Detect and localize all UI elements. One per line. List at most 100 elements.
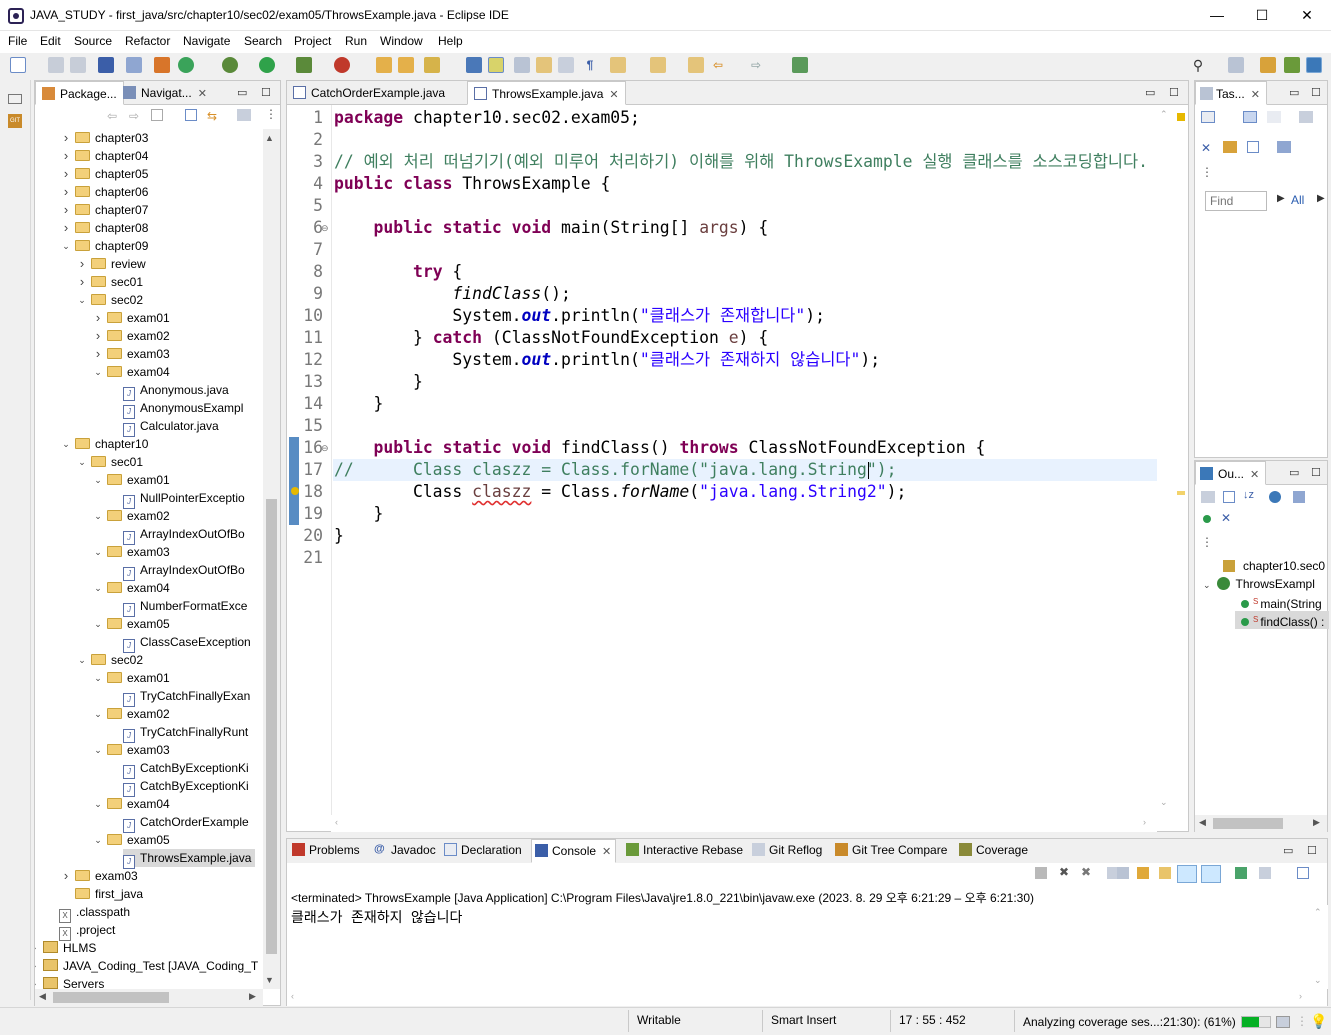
- tree-item-project[interactable]: › HLMS: [35, 939, 96, 957]
- tree-item-java[interactable]: J Anonymous.java: [123, 381, 229, 401]
- chevron-right-icon[interactable]: ›: [61, 867, 71, 885]
- code-line[interactable]: }: [334, 393, 383, 415]
- code-line[interactable]: public static void findClass() throws Cl…: [334, 437, 985, 459]
- menu-navigate[interactable]: Navigate: [183, 34, 230, 48]
- editor-vertical-scrollbar[interactable]: ⌃ ⌄: [1157, 105, 1174, 815]
- task-find-input[interactable]: [1205, 191, 1267, 211]
- collapse-all-icon[interactable]: [1223, 491, 1235, 503]
- tree-item-folder[interactable]: ⌄ sec01: [78, 453, 143, 471]
- tree-item-java[interactable]: J NumberFormatExce: [123, 597, 247, 617]
- hide-fields-icon[interactable]: [1269, 491, 1281, 503]
- scroll-left-icon[interactable]: ◀: [1199, 817, 1206, 828]
- chevron-down-icon[interactable]: ⌄: [93, 543, 103, 561]
- all-arrow-icon[interactable]: ▶: [1317, 193, 1325, 204]
- chevron-right-icon[interactable]: ›: [77, 273, 87, 291]
- chevron-down-icon[interactable]: ⌄: [93, 579, 103, 597]
- remove-launch-icon[interactable]: ✖: [1059, 865, 1069, 879]
- chevron-down-icon[interactable]: ⌄: [77, 651, 87, 669]
- java-perspective-icon[interactable]: [1306, 57, 1322, 73]
- code-area[interactable]: 1 2 3 4 5 6 7 8 9 10 11 12 13 14 15 16 17 18 19 20 21 package…: [287, 107, 1157, 807]
- tree-item-folder[interactable]: › exam02: [96, 327, 170, 345]
- explorer-vertical-scrollbar[interactable]: ▲ ▼: [263, 129, 280, 989]
- tab-declaration[interactable]: Declaration: [441, 839, 526, 861]
- forward-icon[interactable]: ⇨: [748, 57, 764, 73]
- back-icon[interactable]: ⇦: [710, 57, 726, 73]
- display-console-icon[interactable]: [1259, 867, 1271, 879]
- chevron-right-icon[interactable]: ›: [35, 957, 39, 975]
- view-menu-icon[interactable]: ⋮: [1201, 535, 1213, 549]
- menu-search[interactable]: Search: [244, 34, 282, 48]
- chevron-right-icon[interactable]: ›: [35, 975, 39, 989]
- status-insert-mode[interactable]: Smart Insert: [771, 1013, 836, 1027]
- tree-item-folder[interactable]: › chapter06: [64, 183, 149, 201]
- editor-scroll-right-icon[interactable]: ›: [1143, 817, 1146, 827]
- tree-item-folder[interactable]: › exam01: [96, 309, 170, 327]
- open-type-icon[interactable]: [376, 57, 392, 73]
- pin-icon[interactable]: [792, 57, 808, 73]
- close-icon[interactable]: ✕: [1250, 469, 1259, 481]
- filter-tasks-icon[interactable]: [1223, 141, 1237, 153]
- outline-method-findclass[interactable]: SfindClass() :: [1235, 611, 1329, 629]
- editor-horizontal-scrollbar[interactable]: ‹ ›: [331, 815, 1157, 832]
- chevron-right-icon[interactable]: ›: [35, 939, 39, 957]
- close-icon[interactable]: ✕: [1251, 89, 1260, 101]
- chevron-down-icon[interactable]: ⌄: [93, 705, 103, 723]
- code-line[interactable]: System.out.println("클래스가 존재합니다");: [334, 305, 825, 327]
- word-wrap-icon[interactable]: [558, 57, 574, 73]
- tree-item-java[interactable]: J CatchByExceptionKi: [123, 759, 249, 779]
- code-line[interactable]: package chapter10.sec02.exam05;: [334, 107, 640, 129]
- console-scroll-up-icon[interactable]: ⌃: [1314, 907, 1322, 918]
- tree-item-folder[interactable]: › sec01: [80, 273, 143, 291]
- minimize-view-icon[interactable]: ▭: [1289, 466, 1299, 479]
- menu-source[interactable]: Source: [74, 34, 112, 48]
- tree-item-folder[interactable]: first_java: [75, 885, 143, 903]
- up-icon[interactable]: [151, 109, 163, 121]
- tree-item-folder[interactable]: › exam03: [64, 867, 138, 885]
- tree-item-folder[interactable]: › exam03: [96, 345, 170, 363]
- explorer-hscroll-thumb[interactable]: [53, 992, 169, 1003]
- chevron-down-icon[interactable]: ⌄: [93, 507, 103, 525]
- chevron-right-icon[interactable]: ›: [93, 327, 103, 345]
- collapse-icon[interactable]: [1247, 141, 1259, 153]
- console-scroll-left-icon[interactable]: ‹: [291, 991, 294, 1001]
- scroll-up-icon[interactable]: ▲: [265, 133, 274, 143]
- progress-view-icon[interactable]: [1276, 1016, 1290, 1028]
- refresh-icon[interactable]: [178, 57, 194, 73]
- tip-lightbulb-icon[interactable]: 💡: [1310, 1013, 1327, 1030]
- sync-icon[interactable]: [1299, 111, 1313, 123]
- save-icon[interactable]: [48, 57, 64, 73]
- code-line[interactable]: // 예외 처리 떠넘기기(예외 미루어 처리하기) 이해를 위해 Throws…: [334, 151, 1148, 173]
- maximize-view-icon[interactable]: ☐: [1307, 844, 1317, 857]
- tree-item-folder[interactable]: › chapter05: [64, 165, 149, 183]
- tree-item-folder[interactable]: ⌄ exam04: [94, 795, 169, 813]
- tree-item-java[interactable]: J NullPointerExceptio: [123, 489, 245, 509]
- debug-perspective-icon[interactable]: [1284, 57, 1300, 73]
- minimize-view-icon[interactable]: ▭: [1289, 86, 1299, 99]
- minimize-button[interactable]: —: [1194, 0, 1240, 30]
- scroll-right-icon[interactable]: ▶: [249, 991, 256, 1002]
- debug-icon[interactable]: [222, 57, 238, 73]
- chevron-down-icon[interactable]: ⌄: [1203, 580, 1211, 590]
- new-icon[interactable]: [10, 57, 26, 73]
- filter-icon[interactable]: [237, 109, 251, 121]
- chevron-down-icon[interactable]: ⌄: [93, 741, 103, 759]
- sort-icon[interactable]: ↓z: [1243, 489, 1254, 501]
- save-all-icon[interactable]: [70, 57, 86, 73]
- code-line[interactable]: findClass();: [334, 283, 570, 305]
- chevron-down-icon[interactable]: ⌄: [77, 291, 87, 309]
- tab-interactive-rebase[interactable]: Interactive Rebase: [623, 839, 747, 861]
- tree-item-java[interactable]: J ArrayIndexOutOfBo: [123, 525, 245, 545]
- hide-static-icon[interactable]: [1293, 491, 1305, 503]
- pilcrow-icon[interactable]: ¶: [582, 57, 598, 73]
- tree-item-java[interactable]: J ArrayIndexOutOfBo: [123, 561, 245, 581]
- close-tab-icon[interactable]: ✕: [609, 89, 618, 101]
- editor-scroll-left-icon[interactable]: ‹: [335, 817, 338, 827]
- tab-console[interactable]: Console ✕: [531, 839, 617, 863]
- tree-item-folder[interactable]: ⌄ exam03: [94, 543, 169, 561]
- overview-ruler-marker[interactable]: [1177, 491, 1185, 495]
- block-select-icon[interactable]: [536, 57, 552, 73]
- new-task-icon[interactable]: [1201, 111, 1215, 123]
- prev-annotation-icon[interactable]: [650, 57, 666, 73]
- code-line[interactable]: }: [334, 525, 344, 547]
- chevron-right-icon[interactable]: ›: [61, 183, 71, 201]
